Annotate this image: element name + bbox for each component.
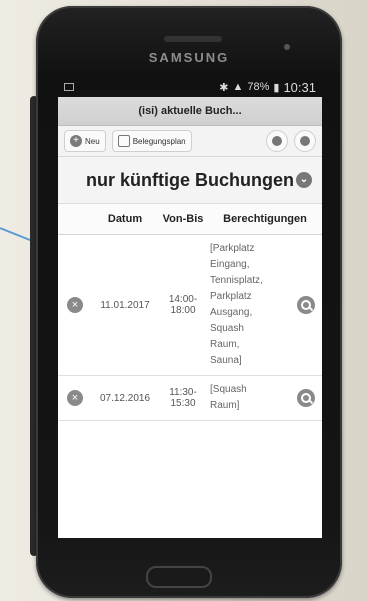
perm-line: Parkplatz — [210, 291, 252, 302]
filter-header[interactable]: nur künftige Buchungen ⌄ — [58, 157, 322, 204]
status-right: ✱ ▲ 78% ▮ 10:31 — [219, 80, 316, 95]
chevron-down-icon[interactable]: ⌄ — [296, 172, 312, 188]
perm-line: Ausgang, — [210, 307, 253, 318]
row-date: 07.12.2016 — [99, 392, 151, 404]
perm-line: [Parkplatz — [210, 243, 255, 254]
speaker-grille — [164, 36, 222, 42]
perm-line: Sauna] — [210, 355, 242, 366]
clock: 10:31 — [283, 79, 316, 95]
row-time-to: 18:00 — [170, 305, 196, 316]
row-time-to: 15:30 — [170, 398, 196, 409]
magnifier-icon[interactable] — [297, 296, 315, 314]
row-time-from: 14:00- — [168, 294, 198, 305]
new-button[interactable]: + Neu — [64, 130, 106, 152]
delete-cell: × — [58, 297, 92, 313]
header-date: Datum — [107, 213, 143, 225]
row-time: 14:00- 18:00 — [158, 294, 208, 316]
row-permissions: [Parkplatz Eingang, Tennisplatz, Parkpla… — [208, 241, 290, 369]
perm-line: Eingang, — [210, 259, 250, 270]
home-button[interactable] — [146, 566, 212, 588]
booking-plan-label: Belegungsplan — [132, 136, 186, 146]
delete-icon[interactable]: × — [67, 297, 83, 313]
phone-brand: SAMSUNG — [148, 50, 230, 65]
magnifier-icon[interactable] — [297, 389, 315, 407]
app-title: (isi) aktuelle Buch... — [58, 97, 322, 126]
battery-percent: 78% — [247, 81, 270, 93]
row-time-from: 11:30- — [169, 387, 197, 398]
calendar-icon — [117, 135, 130, 147]
filter-title: nur künftige Buchungen — [86, 169, 294, 190]
table-header: Datum Von-Bis Berechtigungen — [58, 204, 322, 235]
row-date: 11.01.2017 — [100, 299, 150, 311]
signal-icon: ▲ — [232, 81, 244, 93]
plus-icon: + — [70, 135, 82, 147]
perm-line: Raum, — [210, 339, 240, 350]
refresh-icon — [300, 136, 310, 146]
bluetooth-icon: ✱ — [219, 81, 229, 94]
new-button-label: Neu — [85, 136, 100, 146]
delete-icon[interactable]: × — [67, 390, 83, 406]
header-time: Von-Bis — [162, 213, 204, 225]
header-permissions: Berechtigungen — [223, 213, 307, 225]
perm-line: Tennisplatz, — [210, 275, 263, 286]
details-cell — [290, 389, 322, 407]
status-bar: ✱ ▲ 78% ▮ 10:31 — [58, 77, 322, 97]
refresh-button[interactable] — [294, 130, 316, 152]
booking-plan-button[interactable]: Belegungsplan — [111, 130, 192, 152]
table-row[interactable]: × 07.12.2016 11:30- 15:30 [Squash Raum] — [58, 376, 322, 421]
battery-icon: ▮ — [273, 81, 280, 94]
notification-icon — [64, 83, 74, 91]
perm-line: Squash — [210, 323, 244, 334]
table-row[interactable]: × 11.01.2017 14:00- 18:00 [Parkplatz Ein… — [58, 235, 322, 376]
gear-icon — [272, 136, 282, 146]
details-cell — [290, 296, 322, 314]
row-time: 11:30- 15:30 — [158, 387, 208, 409]
toolbar: + Neu Belegungsplan — [58, 126, 322, 157]
delete-cell: × — [58, 390, 92, 406]
perm-line: Raum] — [210, 400, 240, 411]
settings-button[interactable] — [266, 130, 288, 152]
phone-screen: ✱ ▲ 78% ▮ 10:31 (isi) aktuelle Buch... +… — [58, 77, 322, 538]
row-permissions: [Squash Raum] — [208, 382, 290, 414]
perm-line: [Squash — [210, 384, 247, 395]
